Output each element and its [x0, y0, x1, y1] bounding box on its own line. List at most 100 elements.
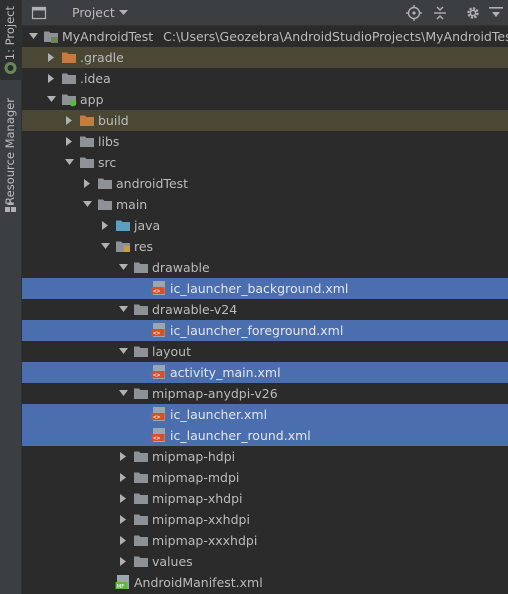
tree-item-label: mipmap-xhdpi: [152, 491, 243, 506]
resource-manager-tool-tab[interactable]: Resource Manager: [0, 92, 21, 216]
tree-item-label: mipmap-mdpi: [152, 470, 240, 485]
tree-item-label: ic_launcher_round.xml: [170, 428, 311, 443]
tree-folder-row[interactable]: drawable: [22, 257, 508, 278]
gear-icon[interactable]: [465, 5, 481, 21]
tree-folder-row[interactable]: layout: [22, 341, 508, 362]
folder-icon: [133, 385, 149, 401]
svg-text:<>: <>: [153, 372, 161, 379]
folder-icon: [79, 154, 95, 170]
chevron-down-icon[interactable]: [116, 383, 130, 404]
project-tool-tab[interactable]: 1: Project: [0, 0, 21, 80]
tree-item-label: res: [134, 239, 154, 254]
tree-folder-row[interactable]: mipmap-hdpi: [22, 446, 508, 467]
tree-file-row[interactable]: <> activity_main.xml: [22, 362, 508, 383]
xml-file-icon: <>: [151, 427, 167, 443]
chevron-right-icon[interactable]: [116, 530, 130, 551]
tree-folder-row[interactable]: res: [22, 236, 508, 257]
android-icon: [4, 62, 17, 74]
locate-file-icon[interactable]: [406, 5, 422, 21]
tree-folder-row[interactable]: app: [22, 89, 508, 110]
tree-file-row[interactable]: <> ic_launcher_round.xml: [22, 425, 508, 446]
chevron-right-icon[interactable]: [116, 446, 130, 467]
chevron-right-icon[interactable]: [62, 110, 76, 131]
tree-folder-row[interactable]: src: [22, 152, 508, 173]
tree-file-row[interactable]: <> ic_launcher_foreground.xml: [22, 320, 508, 341]
tree-folder-row[interactable]: mipmap-xhdpi: [22, 488, 508, 509]
svg-text:<>: <>: [153, 414, 161, 421]
chevron-down-icon[interactable]: [62, 152, 76, 173]
chevron-right-icon[interactable]: [116, 551, 130, 572]
folder-icon: [133, 553, 149, 569]
tree-item-label: mipmap-anydpi-v26: [152, 386, 278, 401]
chevron-right-icon[interactable]: [44, 47, 58, 68]
module-folder-icon: [61, 91, 77, 107]
resource-manager-icon: [5, 201, 16, 212]
tree-item-label: ic_launcher_background.xml: [170, 281, 349, 296]
folder-icon: [133, 448, 149, 464]
tree-file-row[interactable]: <> ic_launcher_background.xml: [22, 278, 508, 299]
tree-item-label: values: [152, 554, 193, 569]
tree-item-label: androidTest: [116, 176, 189, 191]
tree-item-label: mipmap-xxxhdpi: [152, 533, 258, 548]
tree-item-label: app: [80, 92, 104, 107]
hide-panel-icon[interactable]: [489, 7, 505, 23]
chevron-down-icon[interactable]: [116, 341, 130, 362]
folder-icon: [133, 259, 149, 275]
folder-icon: [79, 133, 95, 149]
folder-icon: [133, 301, 149, 317]
svg-text:<>: <>: [153, 288, 161, 295]
chevron-right-icon[interactable]: [62, 131, 76, 152]
tree-folder-row[interactable]: MyAndroidTest C:\Users\Geozebra\AndroidSt…: [22, 26, 508, 47]
chevron-right-icon[interactable]: [116, 467, 130, 488]
tree-folder-row[interactable]: main: [22, 194, 508, 215]
svg-text:MF: MF: [117, 584, 125, 590]
folder-icon: [97, 175, 113, 191]
chevron-down-icon[interactable]: [98, 236, 112, 257]
chevron-right-icon[interactable]: [98, 215, 112, 236]
folder-icon: [61, 70, 77, 86]
tree-folder-row[interactable]: java: [22, 215, 508, 236]
tree-folder-row[interactable]: mipmap-xxhdpi: [22, 509, 508, 530]
tree-folder-row[interactable]: drawable-v24: [22, 299, 508, 320]
resources-folder-icon: [115, 238, 131, 254]
tree-folder-row[interactable]: androidTest: [22, 173, 508, 194]
tree-file-row[interactable]: MF AndroidManifest.xml: [22, 572, 508, 593]
chevron-down-icon[interactable]: [80, 194, 94, 215]
xml-file-icon: <>: [151, 280, 167, 296]
tree-item-label: activity_main.xml: [170, 365, 281, 380]
chevron-down-icon[interactable]: [44, 89, 58, 110]
tree-folder-row[interactable]: values: [22, 551, 508, 572]
tree-item-label: layout: [152, 344, 192, 359]
tree-folder-row[interactable]: mipmap-xxxhdpi: [22, 530, 508, 551]
svg-text:<>: <>: [153, 435, 161, 442]
chevron-down-icon[interactable]: [116, 299, 130, 320]
tree-folder-row[interactable]: build: [22, 110, 508, 131]
tree-item-label: ic_launcher_foreground.xml: [170, 323, 344, 338]
chevron-down-icon[interactable]: [119, 10, 128, 16]
excluded-folder-icon: [61, 49, 77, 65]
chevron-down-icon[interactable]: [116, 257, 130, 278]
chevron-right-icon[interactable]: [80, 173, 94, 194]
manifest-file-icon: MF: [115, 574, 131, 590]
chevron-right-icon[interactable]: [116, 488, 130, 509]
excluded-folder-icon: [79, 112, 95, 128]
tree-folder-row[interactable]: libs: [22, 131, 508, 152]
tree-item-label: .gradle: [80, 50, 124, 65]
chevron-right-icon[interactable]: [116, 509, 130, 530]
collapse-all-icon[interactable]: [432, 5, 448, 21]
tree-item-label: java: [134, 218, 161, 233]
chevron-down-icon[interactable]: [26, 26, 40, 47]
tree-folder-row[interactable]: mipmap-mdpi: [22, 467, 508, 488]
tree-folder-row[interactable]: mipmap-anydpi-v26: [22, 383, 508, 404]
svg-text:<>: <>: [153, 330, 161, 337]
project-path: C:\Users\Geozebra\AndroidStudioProjects\…: [163, 29, 508, 44]
tree-file-row[interactable]: <> ic_launcher.xml: [22, 404, 508, 425]
tree-folder-row[interactable]: .gradle: [22, 47, 508, 68]
chevron-right-icon[interactable]: [44, 68, 58, 89]
tree-folder-row[interactable]: .idea: [22, 68, 508, 89]
tree-item-label: src: [98, 155, 117, 170]
project-view-title[interactable]: Project: [72, 5, 115, 20]
tree-item-label: build: [98, 113, 129, 128]
tree-item-label: main: [116, 197, 148, 212]
folder-icon: [133, 469, 149, 485]
